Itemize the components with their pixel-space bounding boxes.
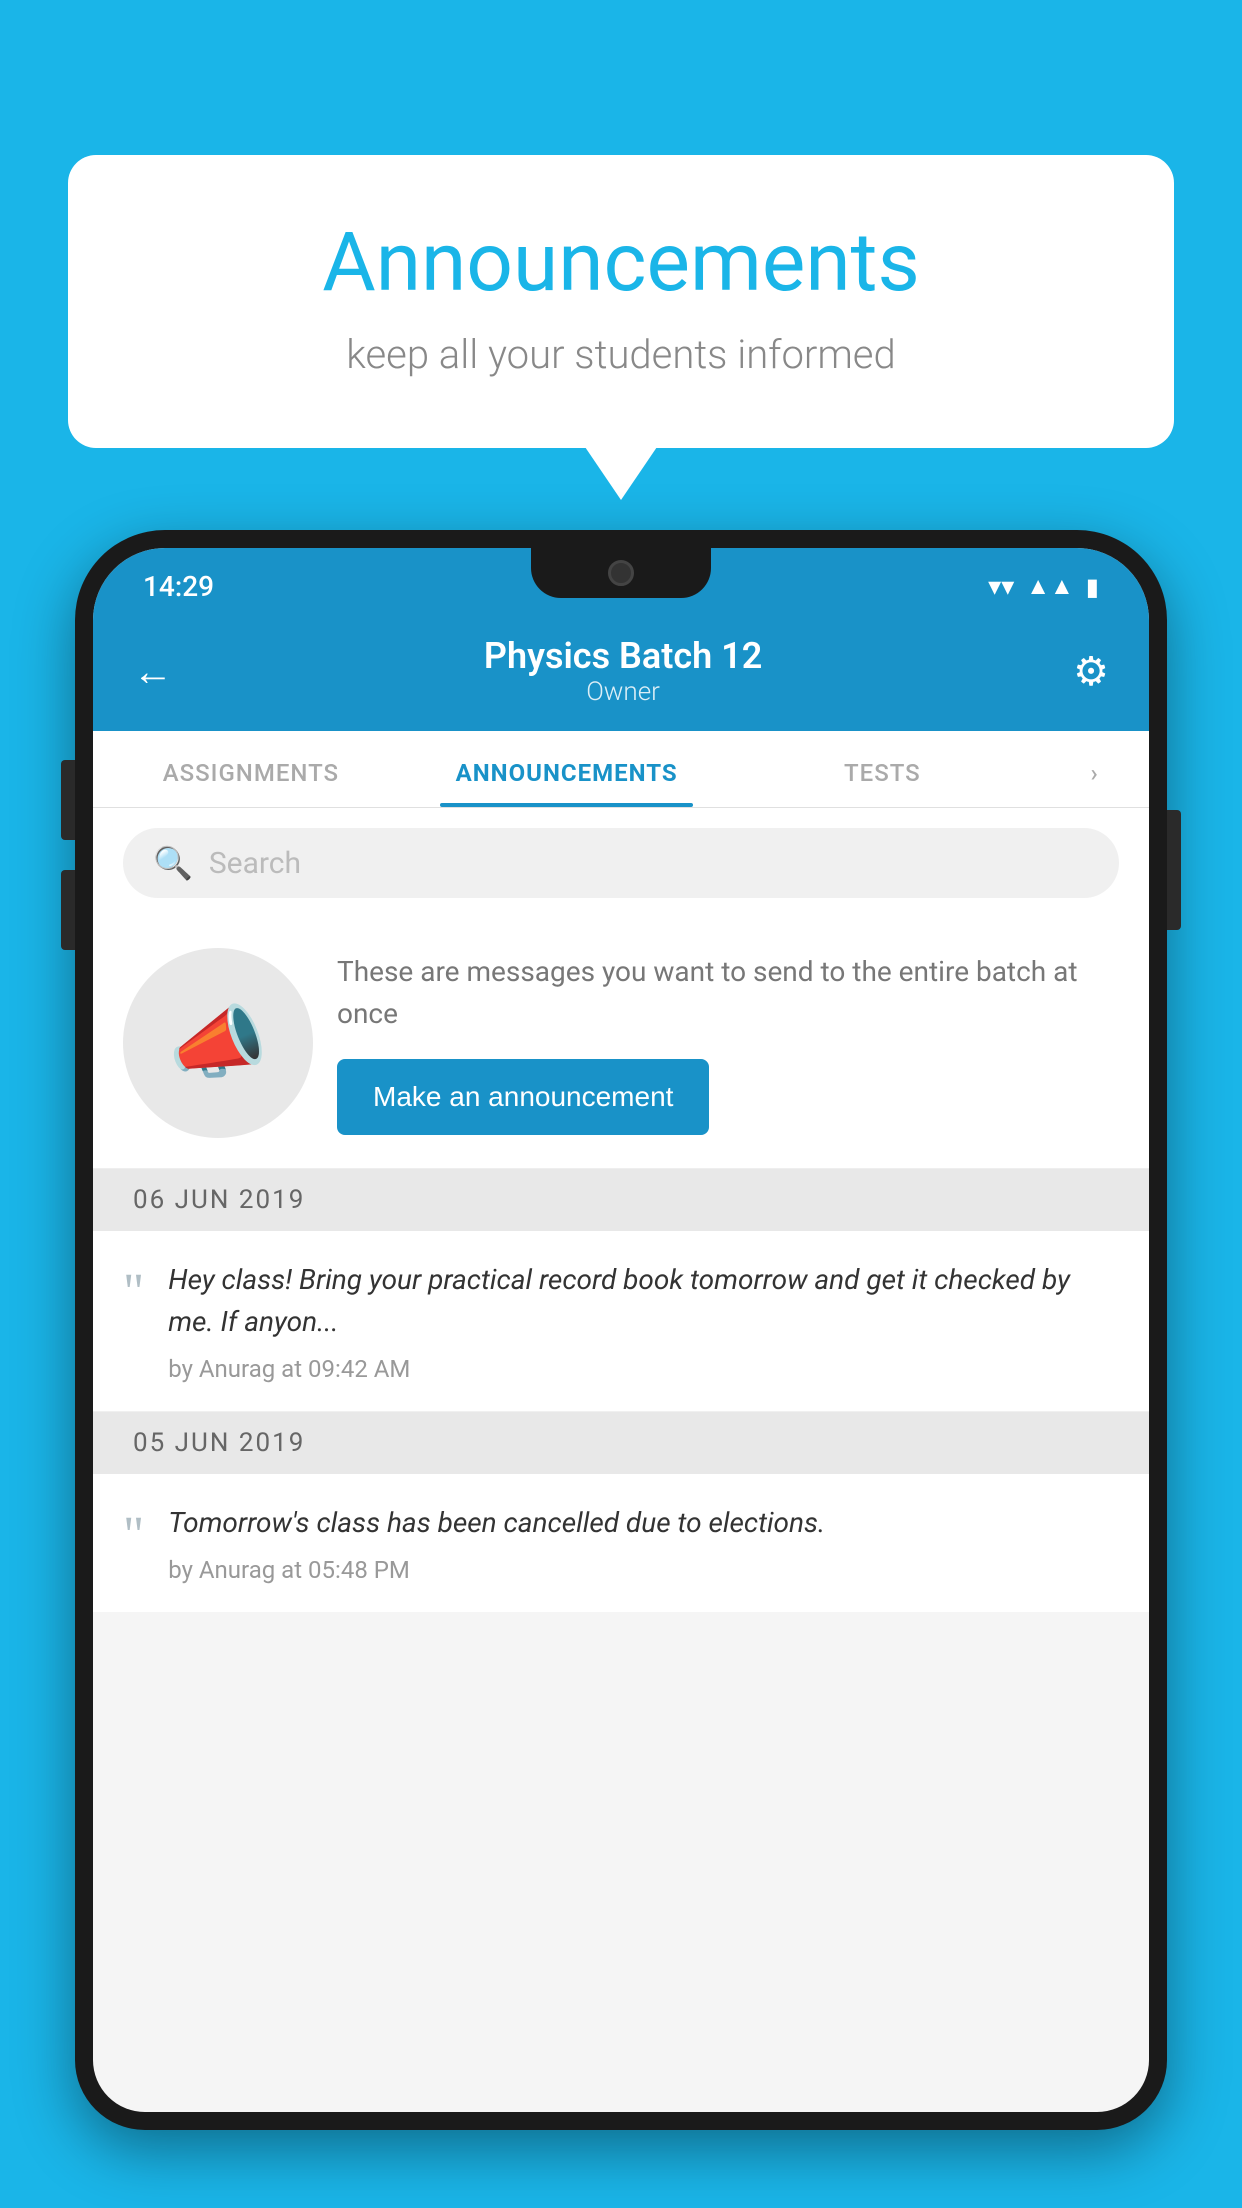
- signal-icon: ▲▲: [1026, 572, 1074, 601]
- quote-icon-2: ": [123, 1510, 144, 1562]
- bubble-subtitle: keep all your students informed: [148, 331, 1094, 378]
- batch-title: Physics Batch 12: [484, 635, 762, 677]
- phone-mockup: 14:29 ▾▾ ▲▲ ▮ ← Physics Batch 12 Owner ⚙: [75, 530, 1167, 2208]
- announcement-meta-2: by Anurag at 05:48 PM: [168, 1556, 1119, 1584]
- speech-bubble: Announcements keep all your students inf…: [68, 155, 1174, 448]
- tab-bar: ASSIGNMENTS ANNOUNCEMENTS TESTS ›: [93, 731, 1149, 808]
- phone-body: 14:29 ▾▾ ▲▲ ▮ ← Physics Batch 12 Owner ⚙: [75, 530, 1167, 2130]
- tab-tests[interactable]: TESTS: [725, 731, 1041, 807]
- settings-icon[interactable]: ⚙: [1073, 648, 1109, 695]
- phone-notch: [531, 548, 711, 598]
- megaphone-circle: 📣: [123, 948, 313, 1138]
- announcement-meta-1: by Anurag at 09:42 AM: [168, 1355, 1119, 1383]
- tab-announcements[interactable]: ANNOUNCEMENTS: [409, 731, 725, 807]
- announcement-text-2: Tomorrow's class has been cancelled due …: [168, 1502, 1119, 1544]
- search-input[interactable]: Search: [209, 846, 301, 881]
- batch-subtitle: Owner: [484, 677, 762, 707]
- announcement-item-1[interactable]: " Hey class! Bring your practical record…: [93, 1231, 1149, 1412]
- search-icon: 🔍: [153, 844, 193, 882]
- phone-screen: 14:29 ▾▾ ▲▲ ▮ ← Physics Batch 12 Owner ⚙: [93, 548, 1149, 2112]
- speech-bubble-section: Announcements keep all your students inf…: [68, 155, 1174, 448]
- date-divider-2: 05 JUN 2019: [93, 1412, 1149, 1474]
- date-divider-1: 06 JUN 2019: [93, 1169, 1149, 1231]
- announcement-content-2: Tomorrow's class has been cancelled due …: [168, 1502, 1119, 1584]
- promo-section: 📣 These are messages you want to send to…: [93, 918, 1149, 1169]
- announcement-item-2[interactable]: " Tomorrow's class has been cancelled du…: [93, 1474, 1149, 1612]
- promo-content: These are messages you want to send to t…: [337, 951, 1119, 1135]
- search-container: 🔍 Search: [93, 808, 1149, 918]
- front-camera: [608, 560, 634, 586]
- status-time: 14:29: [143, 570, 214, 603]
- back-button[interactable]: ←: [133, 648, 173, 695]
- power-button: [1167, 810, 1181, 930]
- app-header: ← Physics Batch 12 Owner ⚙: [93, 615, 1149, 731]
- bubble-title: Announcements: [148, 215, 1094, 311]
- header-title-wrapper: Physics Batch 12 Owner: [484, 635, 762, 707]
- volume-down-button: [61, 870, 75, 950]
- make-announcement-button[interactable]: Make an announcement: [337, 1059, 709, 1135]
- announcement-text-1: Hey class! Bring your practical record b…: [168, 1259, 1119, 1343]
- wifi-icon: ▾▾: [988, 572, 1014, 602]
- promo-description: These are messages you want to send to t…: [337, 951, 1119, 1035]
- battery-icon: ▮: [1086, 573, 1099, 601]
- announcement-content-1: Hey class! Bring your practical record b…: [168, 1259, 1119, 1383]
- search-bar[interactable]: 🔍 Search: [123, 828, 1119, 898]
- megaphone-icon: 📣: [168, 996, 268, 1090]
- quote-icon-1: ": [123, 1267, 144, 1319]
- tab-more[interactable]: ›: [1040, 731, 1149, 807]
- tab-assignments[interactable]: ASSIGNMENTS: [93, 731, 409, 807]
- status-icons: ▾▾ ▲▲ ▮: [988, 572, 1099, 602]
- volume-up-button: [61, 760, 75, 840]
